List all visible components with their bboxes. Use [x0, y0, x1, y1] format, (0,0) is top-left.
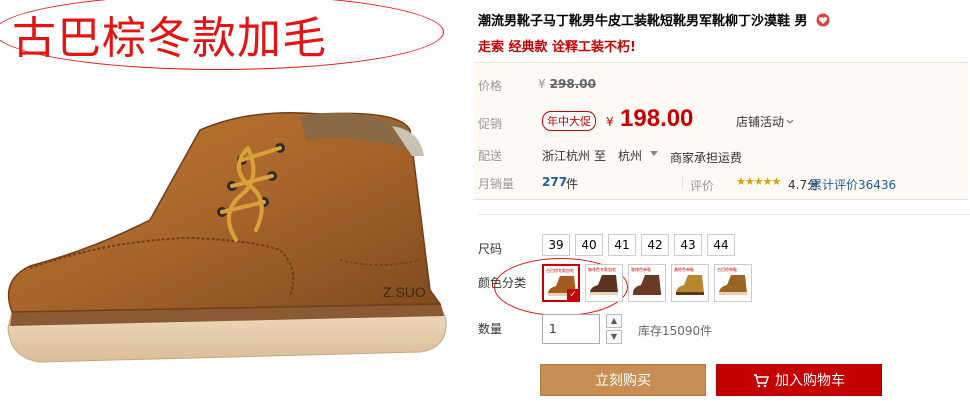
color-option-selected[interactable]: 古巴棕冬款加毛 ✓ — [542, 264, 580, 302]
store-activity-label: 店铺活动 — [736, 115, 785, 129]
size-option[interactable]: 41 — [608, 234, 636, 256]
ship-city-select[interactable]: 杭州 — [618, 147, 642, 164]
title-text: 潮流男靴子马丁靴男牛皮工装靴短靴男军靴柳丁沙漠鞋 男 — [478, 14, 808, 29]
cart-icon — [754, 374, 769, 388]
section-divider — [478, 214, 970, 215]
store-activity-dropdown[interactable]: 店铺活动 — [736, 113, 794, 130]
promo-text: 古巴棕冬款加毛 — [12, 13, 327, 64]
color-options: 古巴棕冬款加毛 ✓ 咖啡色冬款加毛 咖啡色单鞋 黄棕色单鞋 古巴棕单鞋 — [542, 264, 752, 302]
original-price-value: 298.00 — [549, 77, 596, 91]
ship-to-word: 至 — [594, 149, 607, 163]
product-detail-panel: 潮流男靴子马丁靴男牛皮工装靴短靴男军靴柳丁沙漠鞋 男 走索 经典款 诠释工装不朽… — [474, 0, 970, 420]
color-option[interactable]: 黄棕色单鞋 — [671, 264, 709, 302]
size-options: 39 40 41 42 43 44 — [542, 234, 735, 256]
original-price: ¥298.00 — [538, 77, 596, 91]
quantity-input[interactable] — [542, 314, 600, 344]
color-tag: 古巴棕冬款加毛 — [546, 268, 574, 273]
quantity-label: 数量 — [478, 322, 503, 336]
size-option[interactable]: 43 — [674, 234, 702, 256]
ship-from: 浙江杭州 — [542, 149, 591, 163]
boot-thumbnail — [719, 275, 747, 295]
rating-stars: ★★★★★ — [736, 175, 781, 188]
size-option[interactable]: 44 — [707, 234, 735, 256]
sales-label: 月销量 — [478, 177, 515, 191]
size-label: 尺码 — [478, 242, 503, 256]
product-subtitle: 走索 经典款 诠释工装不朽! — [478, 40, 636, 55]
quantity-increase-button[interactable]: ▲ — [606, 314, 622, 328]
size-option[interactable]: 42 — [641, 234, 669, 256]
price-label: 价格 — [478, 79, 503, 93]
promo-badge: 年中大促 — [542, 111, 596, 131]
divider — [462, 0, 463, 420]
color-option[interactable]: 咖啡色冬款加毛 — [585, 264, 623, 302]
color-option[interactable]: 咖啡色单鞋 — [628, 264, 666, 302]
eval-count-link[interactable]: 累计评价36436 — [810, 176, 896, 193]
size-option[interactable]: 39 — [542, 234, 570, 256]
chevron-down-icon — [786, 119, 794, 124]
boot-brand-text: Z.SUO — [383, 284, 426, 300]
heart-badge-icon — [816, 13, 830, 27]
sales-unit: 件 — [566, 177, 579, 191]
boot-thumbnail — [633, 275, 661, 295]
sales-count: 277 — [542, 175, 568, 189]
boot-thumbnail — [676, 275, 704, 295]
color-option[interactable]: 古巴棕单鞋 — [714, 264, 752, 302]
add-to-cart-label: 加入购物车 — [775, 373, 845, 389]
price-box: 价格 ¥298.00 促销 年中大促 ¥ 198.00 店铺活动 配送 浙江杭州… — [474, 62, 968, 200]
color-tag: 黄棕色单鞋 — [674, 267, 694, 272]
shipping-fee: 商家承担运费 — [670, 151, 743, 165]
separator — [682, 177, 683, 189]
eval-label: 评价 — [690, 179, 715, 193]
boot-image: Z.SUO — [7, 112, 447, 363]
product-image-area: 古巴棕冬款加毛 Z.SUO — [0, 0, 462, 420]
promo-currency: ¥ — [606, 115, 614, 129]
color-tag: 咖啡色冬款加毛 — [588, 267, 616, 272]
original-currency: ¥ — [538, 77, 546, 91]
color-tag: 咖啡色单鞋 — [631, 267, 651, 272]
buy-now-button[interactable]: 立刻购买 — [540, 364, 706, 396]
check-icon: ✓ — [567, 289, 579, 301]
color-tag: 古巴棕单鞋 — [717, 267, 737, 272]
add-to-cart-button[interactable]: 加入购物车 — [716, 364, 882, 396]
stock-text: 库存15090件 — [638, 324, 713, 338]
product-title: 潮流男靴子马丁靴男牛皮工装靴短靴男军靴柳丁沙漠鞋 男 — [478, 10, 970, 29]
promo-price: 198.00 — [620, 105, 694, 132]
ship-city-arrow-icon[interactable] — [650, 151, 658, 156]
size-option[interactable]: 40 — [575, 234, 603, 256]
promo-label: 促销 — [478, 117, 503, 131]
boot-thumbnail — [590, 275, 618, 295]
quantity-decrease-button[interactable]: ▼ — [606, 330, 622, 344]
shipping-label: 配送 — [478, 149, 503, 163]
